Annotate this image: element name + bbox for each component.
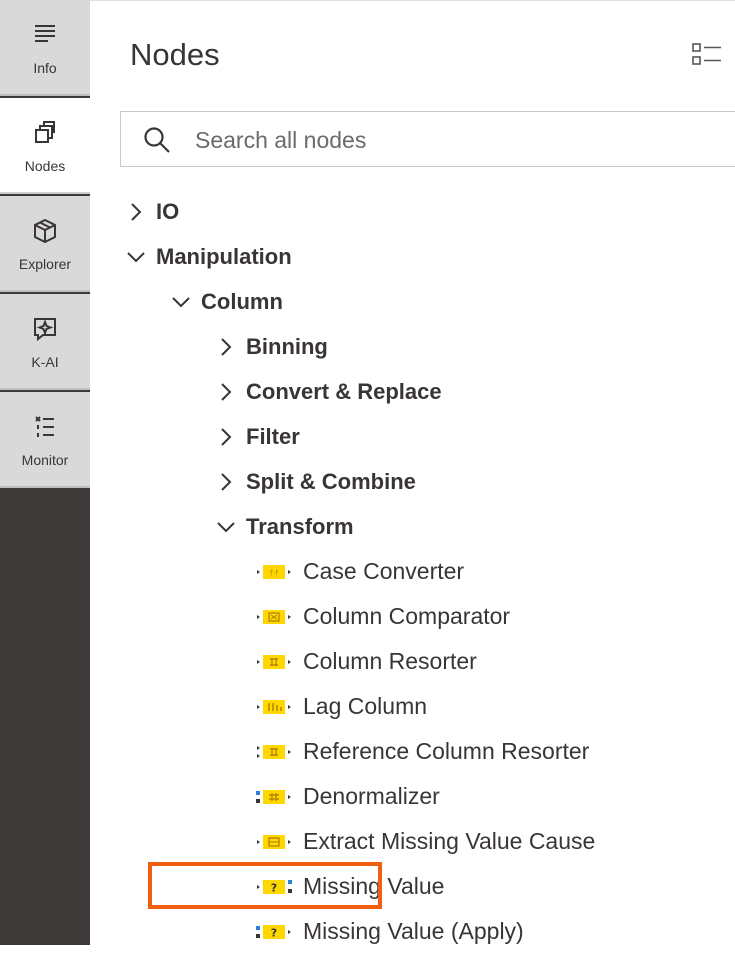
sidebar-item-info[interactable]: Info xyxy=(0,0,90,96)
list-lines-icon xyxy=(0,22,90,48)
node-case-converter[interactable]: f·f Case Converter xyxy=(255,549,464,594)
node-denormalizer[interactable]: Denormalizer xyxy=(255,774,440,819)
category-label: Column xyxy=(201,288,283,314)
column-resorter-node-icon xyxy=(255,650,295,674)
node-label: Column Comparator xyxy=(303,603,511,629)
category-label: IO xyxy=(156,198,180,224)
extract-missing-value-cause-node-icon xyxy=(255,830,295,854)
chevron-down-icon xyxy=(165,290,197,314)
left-sidebar: Info Nodes Explorer K-AI Monitor xyxy=(0,0,90,945)
page-title: Nodes xyxy=(130,37,220,72)
node-label: Case Converter xyxy=(303,558,465,584)
tree-category-io[interactable]: IO xyxy=(120,189,179,234)
category-label: Manipulation xyxy=(156,243,292,269)
chevron-right-icon xyxy=(210,470,242,494)
category-label: Binning xyxy=(246,333,328,359)
node-column-comparator[interactable]: Column Comparator xyxy=(255,594,510,639)
category-label: Convert & Replace xyxy=(246,378,442,404)
search-input[interactable] xyxy=(193,124,717,156)
sidebar-item-label: Info xyxy=(33,60,57,76)
chevron-right-icon xyxy=(210,335,242,359)
case-converter-node-icon: f·f xyxy=(255,560,295,584)
search-icon xyxy=(143,126,171,159)
chevron-right-icon xyxy=(210,425,242,449)
nodes-stack-icon xyxy=(0,120,90,146)
node-missing-value-apply[interactable]: ? Missing Value (Apply) xyxy=(255,909,524,954)
category-label: Split & Combine xyxy=(246,468,416,494)
svg-text:?: ? xyxy=(271,881,277,894)
node-label: Extract Missing Value Cause xyxy=(303,828,596,854)
chevron-down-icon xyxy=(210,515,242,539)
node-missing-value[interactable]: ? Missing Value xyxy=(255,864,444,909)
node-label: Reference Column Resorter xyxy=(303,738,590,764)
sparkle-chat-icon xyxy=(0,316,90,342)
tree-category-convert-replace[interactable]: Convert & Replace xyxy=(210,369,442,414)
node-label: Missing Value (Apply) xyxy=(303,918,524,944)
cube-icon xyxy=(0,218,90,244)
category-label: Filter xyxy=(246,423,300,449)
sidebar-item-k-ai[interactable]: K-AI xyxy=(0,294,90,390)
denormalizer-node-icon xyxy=(255,785,295,809)
tree-category-transform[interactable]: Transform xyxy=(210,504,354,549)
chevron-right-icon xyxy=(120,200,152,224)
sidebar-item-label: Explorer xyxy=(18,256,72,272)
sidebar-item-explorer[interactable]: Explorer xyxy=(0,196,90,292)
chevron-down-icon xyxy=(120,245,152,269)
search-box xyxy=(120,111,735,167)
reference-column-resorter-node-icon xyxy=(255,740,295,764)
sidebar-item-label: Monitor xyxy=(21,452,69,468)
node-label: Denormalizer xyxy=(303,783,440,809)
node-label: Lag Column xyxy=(303,693,428,719)
tree-category-filter[interactable]: Filter xyxy=(210,414,300,459)
node-label: Column Resorter xyxy=(303,648,477,674)
column-comparator-node-icon xyxy=(255,605,295,629)
tree-category-binning[interactable]: Binning xyxy=(210,324,328,369)
node-lag-column[interactable]: Lag Column xyxy=(255,684,427,729)
sidebar-item-label: K-AI xyxy=(31,354,59,370)
tree-category-split-combine[interactable]: Split & Combine xyxy=(210,459,416,504)
missing-value-apply-node-icon: ? xyxy=(255,920,295,944)
node-extract-missing-value-cause[interactable]: Extract Missing Value Cause xyxy=(255,819,595,864)
sidebar-item-nodes[interactable]: Nodes xyxy=(0,98,90,194)
svg-text:f·f: f·f xyxy=(270,568,278,577)
node-label: Missing Value xyxy=(303,873,445,899)
list-view-icon[interactable] xyxy=(691,41,723,69)
tree-category-column[interactable]: Column xyxy=(165,279,283,324)
sidebar-item-label: Nodes xyxy=(24,158,66,174)
tree-category-manipulation[interactable]: Manipulation xyxy=(120,234,292,279)
node-column-resorter[interactable]: Column Resorter xyxy=(255,639,477,684)
lag-column-node-icon xyxy=(255,695,295,719)
missing-value-node-icon: ? xyxy=(255,875,295,899)
monitor-list-icon xyxy=(0,414,90,440)
category-label: Transform xyxy=(246,513,354,539)
node-reference-column-resorter[interactable]: Reference Column Resorter xyxy=(255,729,589,774)
sidebar-item-monitor[interactable]: Monitor xyxy=(0,392,90,488)
nodes-panel: Nodes IO Manipulation Column Binning Con… xyxy=(90,0,735,945)
chevron-right-icon xyxy=(210,380,242,404)
svg-text:?: ? xyxy=(271,926,277,939)
